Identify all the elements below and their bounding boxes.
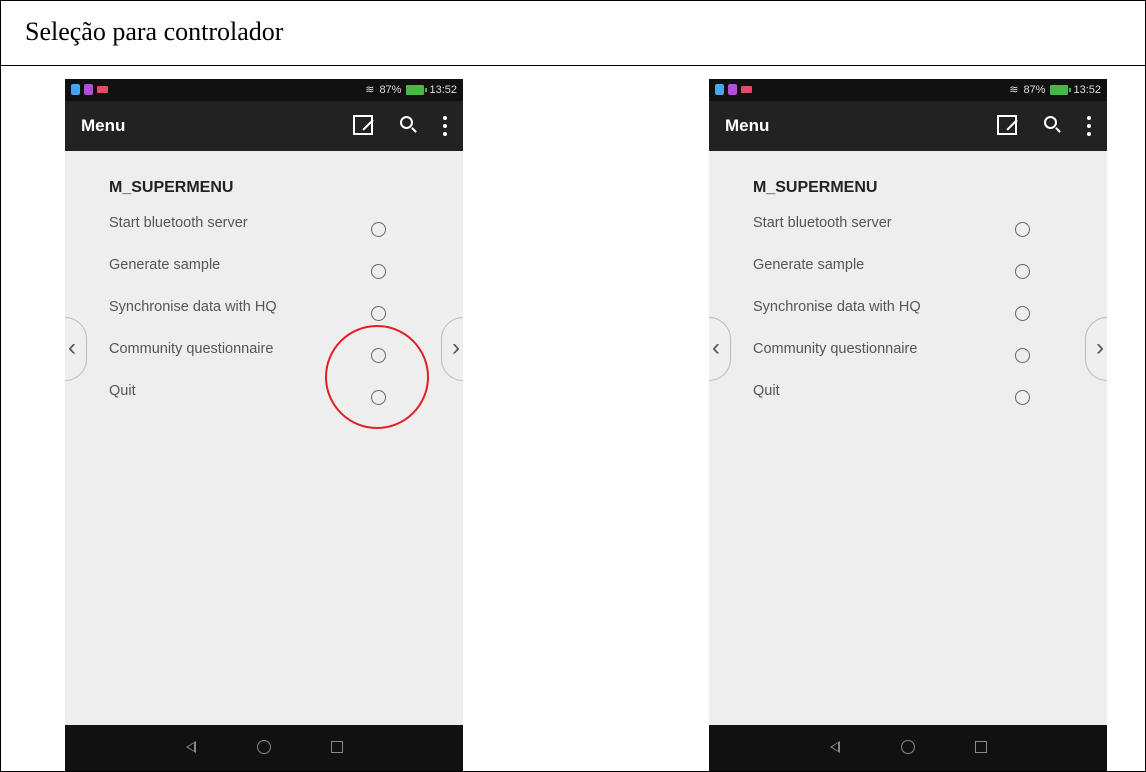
recents-icon[interactable] <box>331 741 343 753</box>
next-arrow-button[interactable]: › <box>441 317 463 381</box>
system-nav-bar <box>709 725 1107 771</box>
search-icon[interactable] <box>400 116 413 129</box>
overflow-menu-icon[interactable] <box>443 116 447 136</box>
home-icon[interactable] <box>257 740 271 754</box>
mail-icon <box>741 86 752 93</box>
app-notification-icon <box>71 84 80 95</box>
clock: 13:52 <box>429 83 457 96</box>
menu-heading: M_SUPERMENU <box>109 179 234 196</box>
app-bar: Menu <box>65 101 463 151</box>
phone-screenshot-left: ≋ 87% 13:52 Menu M_SUPERMENU Start bluet… <box>65 79 463 771</box>
radio-button[interactable] <box>1015 264 1030 279</box>
radio-button[interactable] <box>371 264 386 279</box>
menu-item-label: Community questionnaire <box>753 341 918 357</box>
wifi-icon: ≋ <box>365 84 375 96</box>
app-notification-icon <box>84 84 93 95</box>
back-icon[interactable] <box>830 741 840 753</box>
menu-item-start-bluetooth-server[interactable]: Start bluetooth server <box>753 215 1093 251</box>
edit-icon[interactable] <box>997 115 1017 135</box>
radio-button[interactable] <box>1015 222 1030 237</box>
edit-icon[interactable] <box>353 115 373 135</box>
menu-item-label: Start bluetooth server <box>753 215 892 231</box>
menu-content: M_SUPERMENU Start bluetooth server Gener… <box>709 151 1107 725</box>
status-indicators: ≋ 87% 13:52 <box>365 83 457 97</box>
battery-percent: 87% <box>379 83 402 96</box>
next-arrow-button[interactable]: › <box>1085 317 1107 381</box>
overflow-menu-icon[interactable] <box>1087 116 1091 136</box>
menu-item-synchronise-data[interactable]: Synchronise data with HQ <box>753 299 1093 335</box>
document-title: Seleção para controlador <box>1 1 1145 66</box>
app-notification-icon <box>715 84 724 95</box>
menu-content: M_SUPERMENU Start bluetooth server Gener… <box>65 151 463 725</box>
radio-button[interactable] <box>371 222 386 237</box>
menu-item-generate-sample[interactable]: Generate sample <box>109 257 449 293</box>
menu-item-label: Start bluetooth server <box>109 215 248 231</box>
document-frame: Seleção para controlador ≋ 87% 13:52 Men… <box>0 0 1146 772</box>
status-bar: ≋ 87% 13:52 <box>709 79 1107 101</box>
notification-icons <box>715 84 752 95</box>
back-icon[interactable] <box>186 741 196 753</box>
app-notification-icon <box>728 84 737 95</box>
radio-button[interactable] <box>371 306 386 321</box>
app-bar: Menu <box>709 101 1107 151</box>
app-title: Menu <box>81 116 126 135</box>
recents-icon[interactable] <box>975 741 987 753</box>
status-bar: ≋ 87% 13:52 <box>65 79 463 101</box>
menu-item-label: Quit <box>753 383 780 399</box>
menu-item-label: Synchronise data with HQ <box>753 299 921 315</box>
system-nav-bar <box>65 725 463 771</box>
phone-screenshot-right: ≋ 87% 13:52 Menu M_SUPERMENU Start bluet… <box>709 79 1107 771</box>
menu-item-label: Synchronise data with HQ <box>109 299 277 315</box>
radio-button[interactable] <box>1015 348 1030 363</box>
menu-item-community-questionnaire[interactable]: Community questionnaire <box>753 341 1093 377</box>
menu-item-label: Quit <box>109 383 136 399</box>
battery-percent: 87% <box>1023 83 1046 96</box>
clock: 13:52 <box>1073 83 1101 96</box>
menu-item-label: Generate sample <box>109 257 221 273</box>
battery-icon <box>1050 84 1072 95</box>
menu-item-label: Generate sample <box>753 257 865 273</box>
radio-button[interactable] <box>1015 306 1030 321</box>
menu-item-quit[interactable]: Quit <box>753 383 1093 419</box>
app-title: Menu <box>725 116 770 135</box>
menu-item-start-bluetooth-server[interactable]: Start bluetooth server <box>109 215 449 251</box>
red-highlight-circle <box>325 325 429 429</box>
home-icon[interactable] <box>901 740 915 754</box>
wifi-icon: ≋ <box>1009 84 1019 96</box>
radio-button[interactable] <box>1015 390 1030 405</box>
menu-heading: M_SUPERMENU <box>753 179 878 196</box>
notification-icons <box>71 84 108 95</box>
status-indicators: ≋ 87% 13:52 <box>1009 83 1101 97</box>
menu-item-label: Community questionnaire <box>109 341 274 357</box>
search-icon[interactable] <box>1044 116 1057 129</box>
mail-icon <box>97 86 108 93</box>
menu-item-generate-sample[interactable]: Generate sample <box>753 257 1093 293</box>
battery-icon <box>406 84 428 95</box>
